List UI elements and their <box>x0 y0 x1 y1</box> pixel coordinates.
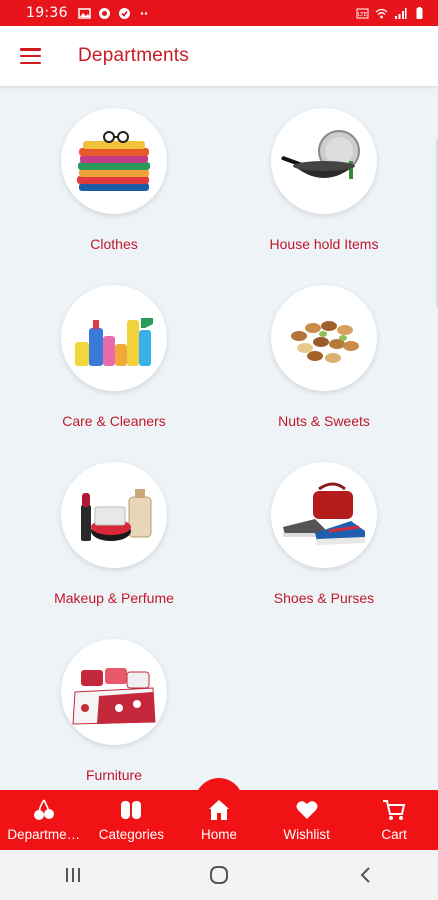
departments-grid[interactable]: Clothes House hold Items Care & Cleaners… <box>0 86 438 790</box>
app-header: Departments <box>0 26 438 86</box>
department-furniture[interactable]: Furniture <box>9 639 219 783</box>
menu-button[interactable] <box>0 26 60 86</box>
home-system-button[interactable] <box>199 855 239 895</box>
makeup-image <box>61 462 167 568</box>
page-title: Departments <box>78 45 189 66</box>
app-notification-icon-2 <box>118 7 130 19</box>
svg-text:LTE: LTE <box>358 12 368 18</box>
home-icon <box>208 800 229 820</box>
bottom-navigation: Departme… Categories Home Wishlist Cart <box>0 778 438 850</box>
battery-icon <box>416 6 423 19</box>
nav-label: Home <box>200 827 237 842</box>
grid-icon <box>121 801 142 819</box>
clothes-image <box>61 108 167 214</box>
department-nuts-sweets[interactable]: Nuts & Sweets <box>219 285 429 429</box>
department-shoes-purses[interactable]: Shoes & Purses <box>219 462 429 606</box>
department-household-items[interactable]: House hold Items <box>219 108 429 252</box>
status-bar: 19:36 LTE <box>0 0 438 26</box>
nav-home[interactable]: Home <box>175 778 263 850</box>
home-circle-icon <box>210 866 228 884</box>
recent-apps-icon <box>66 868 80 882</box>
cherries-icon <box>33 799 54 820</box>
nav-label: Wishlist <box>283 827 330 842</box>
image-notification-icon <box>78 7 91 19</box>
bedding-image <box>61 639 167 745</box>
nav-departments[interactable]: Departme… <box>0 790 88 850</box>
nav-label: Departme… <box>7 827 81 842</box>
nav-wishlist[interactable]: Wishlist <box>263 790 351 850</box>
nuts-image <box>271 285 377 391</box>
nav-label: Cart <box>381 827 407 842</box>
system-navigation-bar <box>0 850 438 900</box>
department-care-cleaners[interactable]: Care & Cleaners <box>9 285 219 429</box>
nav-cart[interactable]: Cart <box>350 790 438 850</box>
department-label: Nuts & Sweets <box>278 413 370 429</box>
wok-image <box>271 108 377 214</box>
back-button[interactable] <box>345 855 385 895</box>
cart-icon <box>383 800 406 820</box>
lte-icon: LTE <box>356 8 369 18</box>
recent-apps-button[interactable] <box>53 855 93 895</box>
department-makeup-perfume[interactable]: Makeup & Perfume <box>9 462 219 606</box>
department-clothes[interactable]: Clothes <box>9 108 219 252</box>
department-label: Shoes & Purses <box>273 590 375 606</box>
wifi-icon <box>375 8 388 18</box>
nav-categories[interactable]: Categories <box>88 790 176 850</box>
department-label: Furniture <box>85 767 143 783</box>
shoes-image <box>271 462 377 568</box>
more-notifications-icon <box>140 11 148 15</box>
app-notification-icon <box>98 7 110 19</box>
department-label: House hold Items <box>269 236 379 252</box>
status-time: 19:36 <box>26 5 68 21</box>
back-icon <box>360 867 370 883</box>
nav-label: Categories <box>98 827 165 842</box>
heart-icon <box>296 801 318 819</box>
department-label: Makeup & Perfume <box>54 590 174 606</box>
department-label: Clothes <box>90 236 138 252</box>
department-label: Care & Cleaners <box>62 413 166 429</box>
scroll-indicator <box>432 138 438 308</box>
cleaners-image <box>61 285 167 391</box>
hamburger-icon <box>19 48 41 64</box>
signal-icon <box>395 7 407 19</box>
